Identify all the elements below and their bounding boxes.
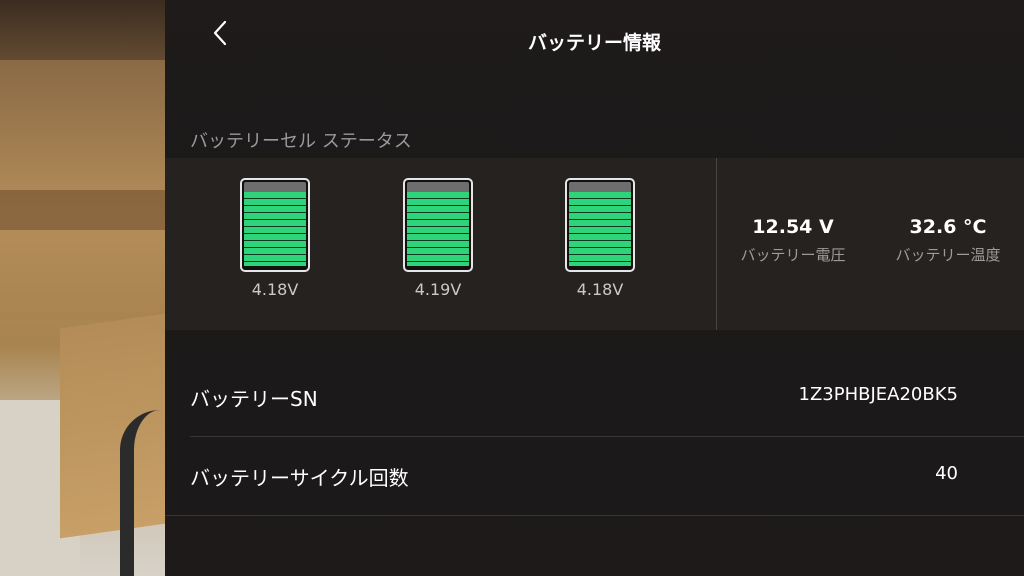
list-item-battery-sn[interactable]: バッテリーSN 1Z3PHBJEA20BK5 — [165, 358, 1024, 436]
camera-scene-tape — [0, 190, 165, 230]
battery-voltage-label: バッテリー電圧 — [740, 246, 846, 264]
cell-level-bar — [569, 192, 631, 266]
battery-cell-icon — [240, 178, 310, 272]
camera-preview — [0, 0, 165, 576]
cell-level-bar — [407, 192, 469, 266]
row-label: バッテリーSN — [190, 387, 318, 411]
cell-status-panel: 4.18V 4.19V 4.18V 12.54 V バッテリー電圧 32.6 °… — [165, 158, 1024, 330]
row-label: バッテリーサイクル回数 — [190, 466, 409, 490]
info-list: バッテリーSN 1Z3PHBJEA20BK5 バッテリーサイクル回数 40 — [165, 358, 1024, 516]
cell-2: 4.19V — [400, 178, 476, 299]
camera-scene-cable — [120, 410, 165, 576]
battery-voltage-value: 12.54 V — [752, 216, 834, 238]
battery-temperature-stat: 32.6 °C バッテリー温度 — [886, 216, 1010, 265]
divider — [165, 515, 1024, 516]
battery-cell-icon — [403, 178, 473, 272]
page-title: バッテリー情報 — [527, 32, 661, 54]
cell-voltage: 4.18V — [251, 280, 299, 299]
list-item-cycle-count[interactable]: バッテリーサイクル回数 40 — [165, 437, 1024, 515]
battery-cell-icon — [565, 178, 635, 272]
divider — [716, 158, 717, 330]
cell-level-bar — [244, 192, 306, 266]
battery-info-panel: バッテリー情報 バッテリーセル ステータス 4.18V 4.19V 4.18V … — [165, 0, 1024, 576]
cell-1: 4.18V — [237, 178, 313, 299]
battery-temperature-label: バッテリー温度 — [895, 246, 1001, 264]
battery-temperature-value: 32.6 °C — [909, 216, 987, 238]
row-value: 40 — [935, 463, 958, 484]
header: バッテリー情報 — [165, 0, 1024, 80]
row-value: 1Z3PHBJEA20BK5 — [798, 384, 958, 405]
battery-voltage-stat: 12.54 V バッテリー電圧 — [733, 216, 853, 265]
cell-3: 4.18V — [562, 178, 638, 299]
section-label-cell-status: バッテリーセル ステータス — [190, 131, 412, 152]
cell-voltage: 4.18V — [576, 280, 624, 299]
cell-voltage: 4.19V — [414, 280, 462, 299]
